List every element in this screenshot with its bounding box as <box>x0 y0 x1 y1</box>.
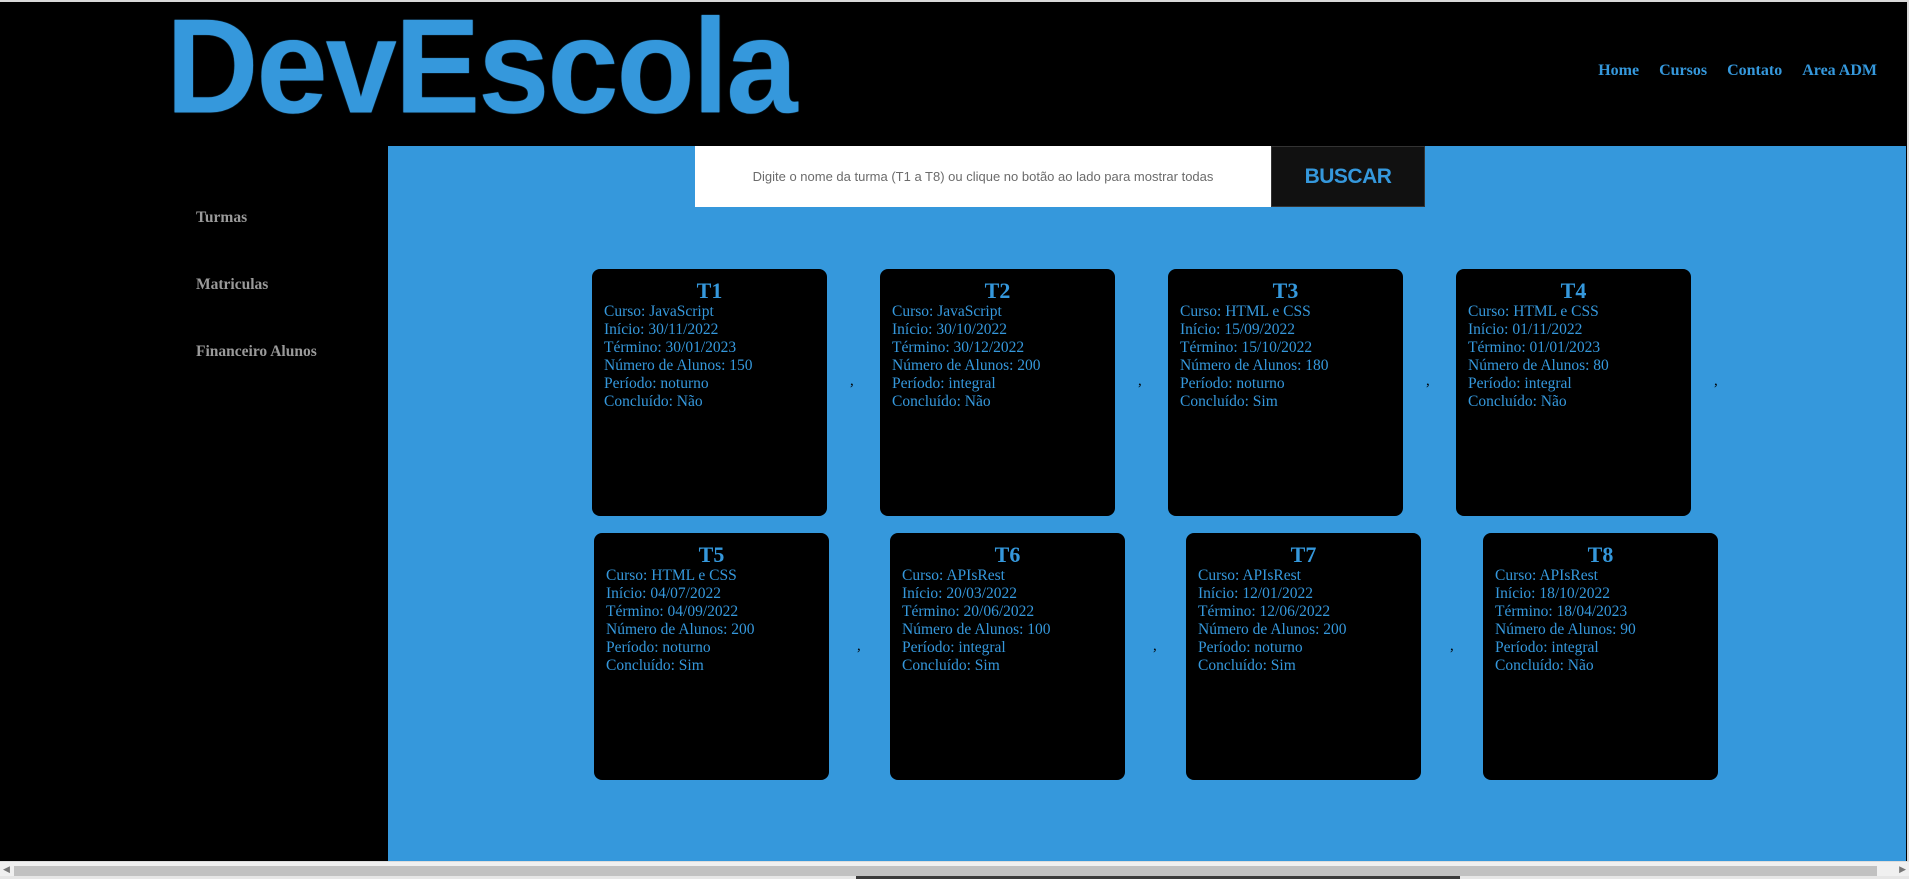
sidebar-item-matriculas[interactable]: Matriculas <box>196 276 268 294</box>
turma-card-t2: T2 Curso: JavaScript Início: 30/10/2022 … <box>880 269 1115 516</box>
page: DevEscola Home Cursos Contato Area ADM T… <box>0 0 1909 879</box>
turma-alunos: Número de Alunos: 80 <box>1468 357 1609 374</box>
nav-area-adm-link[interactable]: Area ADM <box>1802 62 1877 80</box>
turma-inicio: Início: 01/11/2022 <box>1468 321 1583 338</box>
turma-title: T5 <box>698 542 725 567</box>
turma-alunos: Número de Alunos: 200 <box>1198 621 1347 638</box>
turma-alunos: Número de Alunos: 200 <box>606 621 755 638</box>
turma-termino: Término: 30/01/2023 <box>604 339 737 356</box>
turma-periodo: Período: noturno <box>1180 375 1285 392</box>
nav-cursos-link[interactable]: Cursos <box>1659 62 1707 80</box>
turma-curso: Curso: JavaScript <box>892 303 1002 320</box>
turma-periodo: Período: integral <box>1468 375 1572 392</box>
turma-title: T6 <box>994 542 1021 567</box>
card-separator: , <box>1153 638 1157 654</box>
turma-card-t1: T1 Curso: JavaScript Início: 30/11/2022 … <box>592 269 827 516</box>
turma-termino: Término: 20/06/2022 <box>902 603 1035 620</box>
turma-alunos: Número de Alunos: 90 <box>1495 621 1636 638</box>
turma-alunos: Número de Alunos: 100 <box>902 621 1051 638</box>
turma-termino: Término: 04/09/2022 <box>606 603 739 620</box>
scrollbar-thumb[interactable] <box>14 866 1877 876</box>
turma-concluido: Concluído: Não <box>604 393 703 410</box>
card-separator: , <box>850 373 854 389</box>
turma-periodo: Período: noturno <box>1198 639 1303 656</box>
turma-concluido: Concluído: Não <box>1468 393 1567 410</box>
turma-concluido: Concluído: Não <box>892 393 991 410</box>
turma-alunos: Número de Alunos: 200 <box>892 357 1041 374</box>
turma-periodo: Período: noturno <box>606 639 711 656</box>
turma-title: T1 <box>696 278 723 303</box>
turma-alunos: Número de Alunos: 180 <box>1180 357 1329 374</box>
turma-card-t4: T4 Curso: HTML e CSS Início: 01/11/2022 … <box>1456 269 1691 516</box>
scroll-left-arrow-icon[interactable]: ◀ <box>3 865 10 875</box>
turma-inicio: Início: 30/11/2022 <box>604 321 719 338</box>
card-separator: , <box>1450 638 1454 654</box>
turma-termino: Término: 15/10/2022 <box>1180 339 1313 356</box>
turma-curso: Curso: JavaScript <box>604 303 714 320</box>
turma-concluido: Concluído: Sim <box>606 657 704 674</box>
turma-card-t7: T7 Curso: APIsRest Início: 12/01/2022 Té… <box>1186 533 1421 780</box>
scroll-right-arrow-icon[interactable]: ▶ <box>1899 865 1906 875</box>
card-separator: , <box>1138 373 1142 389</box>
card-separator: , <box>1426 373 1430 389</box>
nav-contato-link[interactable]: Contato <box>1727 62 1782 80</box>
search-button[interactable]: BUSCAR <box>1271 146 1425 207</box>
turma-concluido: Concluído: Sim <box>1180 393 1278 410</box>
turma-inicio: Início: 20/03/2022 <box>902 585 1017 602</box>
turma-termino: Término: 12/06/2022 <box>1198 603 1331 620</box>
turma-title: T8 <box>1587 542 1614 567</box>
turma-curso: Curso: HTML e CSS <box>1468 303 1599 320</box>
turma-inicio: Início: 18/10/2022 <box>1495 585 1610 602</box>
turma-curso: Curso: HTML e CSS <box>606 567 737 584</box>
turma-title: T3 <box>1272 278 1299 303</box>
turma-title: T7 <box>1290 542 1317 567</box>
turma-alunos: Número de Alunos: 150 <box>604 357 753 374</box>
turma-curso: Curso: APIsRest <box>902 567 1005 584</box>
sidebar <box>0 146 388 861</box>
turma-periodo: Período: integral <box>892 375 996 392</box>
turma-termino: Término: 18/04/2023 <box>1495 603 1628 620</box>
turma-inicio: Início: 04/07/2022 <box>606 585 721 602</box>
card-separator: , <box>857 638 861 654</box>
turma-card-t5: T5 Curso: HTML e CSS Início: 04/07/2022 … <box>594 533 829 780</box>
turma-concluido: Concluído: Sim <box>902 657 1000 674</box>
turma-concluido: Concluído: Sim <box>1198 657 1296 674</box>
turma-curso: Curso: HTML e CSS <box>1180 303 1311 320</box>
turma-periodo: Período: noturno <box>604 375 709 392</box>
turma-inicio: Início: 15/09/2022 <box>1180 321 1295 338</box>
turma-curso: Curso: APIsRest <box>1495 567 1598 584</box>
turma-card-t8: T8 Curso: APIsRest Início: 18/10/2022 Té… <box>1483 533 1718 780</box>
search-input[interactable] <box>695 146 1271 207</box>
turma-termino: Término: 01/01/2023 <box>1468 339 1601 356</box>
turma-concluido: Concluído: Não <box>1495 657 1594 674</box>
turma-curso: Curso: APIsRest <box>1198 567 1301 584</box>
card-separator: , <box>1714 373 1718 389</box>
turma-title: T2 <box>984 278 1011 303</box>
nav-home-link[interactable]: Home <box>1598 62 1639 80</box>
sidebar-item-turmas[interactable]: Turmas <box>196 209 247 227</box>
turma-inicio: Início: 12/01/2022 <box>1198 585 1313 602</box>
turma-inicio: Início: 30/10/2022 <box>892 321 1007 338</box>
sidebar-item-financeiro-alunos[interactable]: Financeiro Alunos <box>196 343 317 361</box>
turma-periodo: Período: integral <box>902 639 1006 656</box>
top-nav: Home Cursos Contato Area ADM <box>1598 62 1877 80</box>
turma-card-t3: T3 Curso: HTML e CSS Início: 15/09/2022 … <box>1168 269 1403 516</box>
turma-card-t6: T6 Curso: APIsRest Início: 20/03/2022 Té… <box>890 533 1125 780</box>
turma-periodo: Período: integral <box>1495 639 1599 656</box>
turma-title: T4 <box>1560 278 1587 303</box>
logo[interactable]: DevEscola <box>166 0 797 134</box>
turma-termino: Término: 30/12/2022 <box>892 339 1025 356</box>
